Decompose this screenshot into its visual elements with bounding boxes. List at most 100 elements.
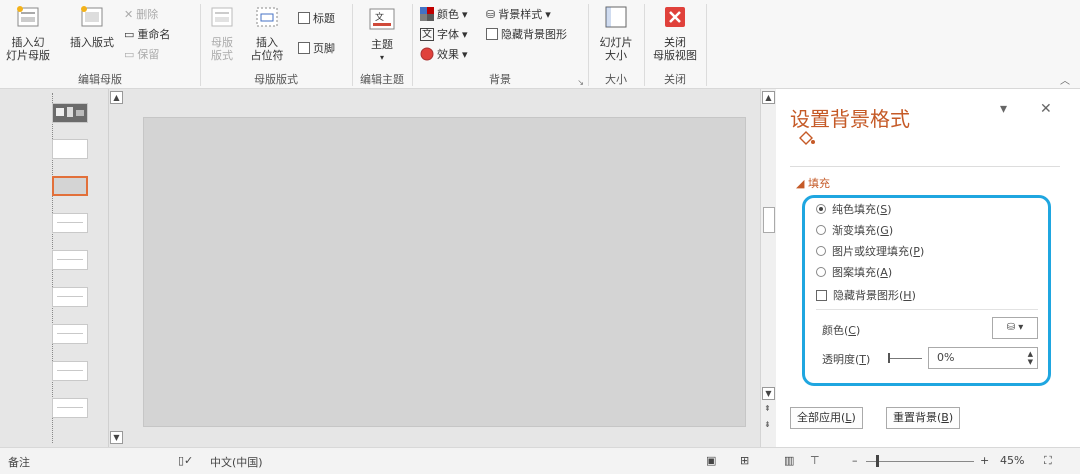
rename-label: 重命名 <box>137 28 171 41</box>
title-checkbox-label: 标题 <box>313 12 335 25</box>
language-indicator[interactable]: 中文(中国) <box>210 454 263 470</box>
zoom-slider[interactable] <box>866 461 974 462</box>
slide-scrollbar[interactable]: ▲ ▼ ⇞ ⇟ <box>760 89 776 447</box>
group-master-layout: 母版 版式 插入 占位符 标题 页脚 母版版式 <box>200 0 352 89</box>
close-icon <box>665 7 685 27</box>
group-close: 关闭 母版视图 关闭 <box>644 0 706 89</box>
insert-layout-icon <box>81 6 103 27</box>
notes-button[interactable]: 备注 <box>8 454 30 470</box>
layout-thumbnail[interactable] <box>52 287 88 307</box>
close-master-view-button[interactable]: 关闭 母版视图 <box>648 4 702 62</box>
normal-view-icon[interactable]: ▣ <box>706 454 716 467</box>
group-edit-master: 插入幻 灯片母版 插入版式 ✕ 删除 ▭ 重命名 ▭ 保留 编辑母版 <box>0 0 200 89</box>
thumbnail-pane <box>0 89 125 447</box>
scroll-down-icon[interactable]: ▼ <box>762 387 775 400</box>
themes-dropdown-icon: ▾ <box>379 53 384 62</box>
fill-section-header[interactable]: ◢ 填充 <box>796 175 830 191</box>
scroll-up-icon[interactable]: ▲ <box>110 91 123 104</box>
footer-checkbox-label: 页脚 <box>313 42 335 55</box>
slideshow-icon[interactable]: ⊤ <box>810 454 820 467</box>
accessibility-icon[interactable]: ▯✓ <box>178 454 193 467</box>
group-background: 颜色 ▾ 文 字体 ▾ 效果 ▾ ⛁ 背景样式 ▾ 隐藏背景图形 背景 ↘ <box>412 0 588 89</box>
hide-bg-graphics-checkbox[interactable]: 隐藏背景图形 <box>486 26 567 42</box>
master-layout-button[interactable]: 母版 版式 <box>204 4 240 62</box>
group-size: 幻灯片 大小 大小 <box>588 0 644 89</box>
collapse-triangle-icon: ◢ <box>796 177 805 190</box>
pane-options-icon[interactable]: ▾ <box>1000 101 1007 117</box>
background-styles-label: 背景样式 <box>498 8 543 21</box>
zoom-level[interactable]: 45% <box>1000 454 1024 467</box>
footer-checkbox[interactable]: 页脚 <box>298 40 335 56</box>
slide-canvas[interactable] <box>143 117 746 427</box>
footer-checkbox-box[interactable] <box>298 42 310 54</box>
layout-thumbnail[interactable] <box>52 250 88 270</box>
layout-thumbnail[interactable] <box>52 361 88 381</box>
chevron-down-icon: ▾ <box>462 27 468 41</box>
master-thumbnail[interactable] <box>52 103 88 123</box>
zoom-in-icon[interactable]: + <box>980 454 989 467</box>
slide-sorter-icon[interactable]: ⊞ <box>740 454 749 467</box>
thumbnail-scrollbar[interactable]: ▲ ▼ <box>108 89 124 447</box>
layout-thumbnail[interactable] <box>52 398 88 418</box>
chevron-down-icon: ▾ <box>462 47 468 61</box>
background-styles-dropdown[interactable]: ⛁ 背景样式 ▾ <box>486 6 551 22</box>
layout-thumbnail[interactable] <box>52 324 88 344</box>
scroll-up-icon[interactable]: ▲ <box>762 91 775 104</box>
highlight-callout <box>802 195 1051 386</box>
zoom-slider-thumb[interactable] <box>876 455 879 467</box>
fill-icon <box>799 131 815 145</box>
themes-button[interactable]: 文 主题 ▾ <box>362 6 402 64</box>
layout-thumbnail[interactable] <box>52 213 88 233</box>
group-label-close: 关闭 <box>664 73 686 86</box>
reading-view-icon[interactable]: ▥ <box>784 454 794 467</box>
insert-slide-master-label: 插入幻 灯片母版 <box>6 36 50 62</box>
scroll-down-icon[interactable]: ▼ <box>110 431 123 444</box>
layout-thumbnail[interactable] <box>52 139 88 159</box>
master-layout-label: 母版 版式 <box>211 36 233 62</box>
separator <box>706 4 707 86</box>
rename-button[interactable]: ▭ 重命名 <box>124 26 170 42</box>
slide-editor <box>125 89 760 447</box>
colors-icon <box>420 7 434 21</box>
svg-text:文: 文 <box>375 11 384 23</box>
title-checkbox[interactable]: 标题 <box>298 10 335 26</box>
next-slide-icon[interactable]: ⇟ <box>764 421 771 429</box>
colors-dropdown[interactable]: 颜色 ▾ <box>420 6 468 22</box>
group-edit-theme: 文 主题 ▾ 编辑主题 <box>352 0 412 89</box>
zoom-out-icon[interactable]: – <box>852 454 858 467</box>
preserve-button[interactable]: ▭ 保留 <box>124 46 159 62</box>
colors-label: 颜色 <box>437 8 459 21</box>
layout-thumbnail-selected[interactable] <box>52 176 88 196</box>
effects-label: 效果 <box>437 48 459 61</box>
close-pane-icon[interactable]: ✕ <box>1040 101 1052 117</box>
delete-button[interactable]: ✕ 删除 <box>124 6 158 22</box>
insert-layout-button[interactable]: 插入版式 <box>64 4 120 49</box>
prev-slide-icon[interactable]: ⇞ <box>764 405 771 413</box>
delete-label: 删除 <box>136 8 159 21</box>
slide-size-button[interactable]: 幻灯片 大小 <box>594 4 638 62</box>
effects-dropdown[interactable]: 效果 ▾ <box>420 46 468 62</box>
insert-slide-master-button[interactable]: 插入幻 灯片母版 <box>6 4 50 62</box>
master-thumbnail-image <box>53 104 87 122</box>
chevron-down-icon: ▾ <box>545 7 551 21</box>
paint-bucket-icon: ⛁ <box>486 7 496 21</box>
hide-bg-graphics-label: 隐藏背景图形 <box>501 28 567 41</box>
preserve-icon: ▭ <box>124 47 135 61</box>
title-checkbox-box[interactable] <box>298 12 310 24</box>
collapse-ribbon-icon[interactable]: ︿ <box>1060 72 1070 87</box>
dialog-launcher-icon[interactable]: ↘ <box>577 78 584 87</box>
fill-section-label: 填充 <box>807 177 830 190</box>
apply-to-all-button[interactable]: 全部应用(L) <box>790 407 863 429</box>
reset-background-button[interactable]: 重置背景(B) <box>886 407 961 429</box>
chevron-down-icon: ▾ <box>462 7 468 21</box>
hide-bg-graphics-box[interactable] <box>486 28 498 40</box>
fit-slide-icon[interactable]: ⛶ <box>1044 454 1052 468</box>
group-label-edit-master: 编辑母版 <box>78 73 122 86</box>
scroll-thumb[interactable] <box>763 207 775 233</box>
pane-divider <box>790 166 1060 167</box>
fonts-dropdown[interactable]: 文 字体 ▾ <box>420 26 468 42</box>
insert-placeholder-button[interactable]: 插入 占位符 <box>242 4 292 62</box>
group-label-size: 大小 <box>605 73 627 86</box>
group-label-master-layout: 母版版式 <box>254 73 298 86</box>
group-label-edit-theme: 编辑主题 <box>360 73 404 86</box>
